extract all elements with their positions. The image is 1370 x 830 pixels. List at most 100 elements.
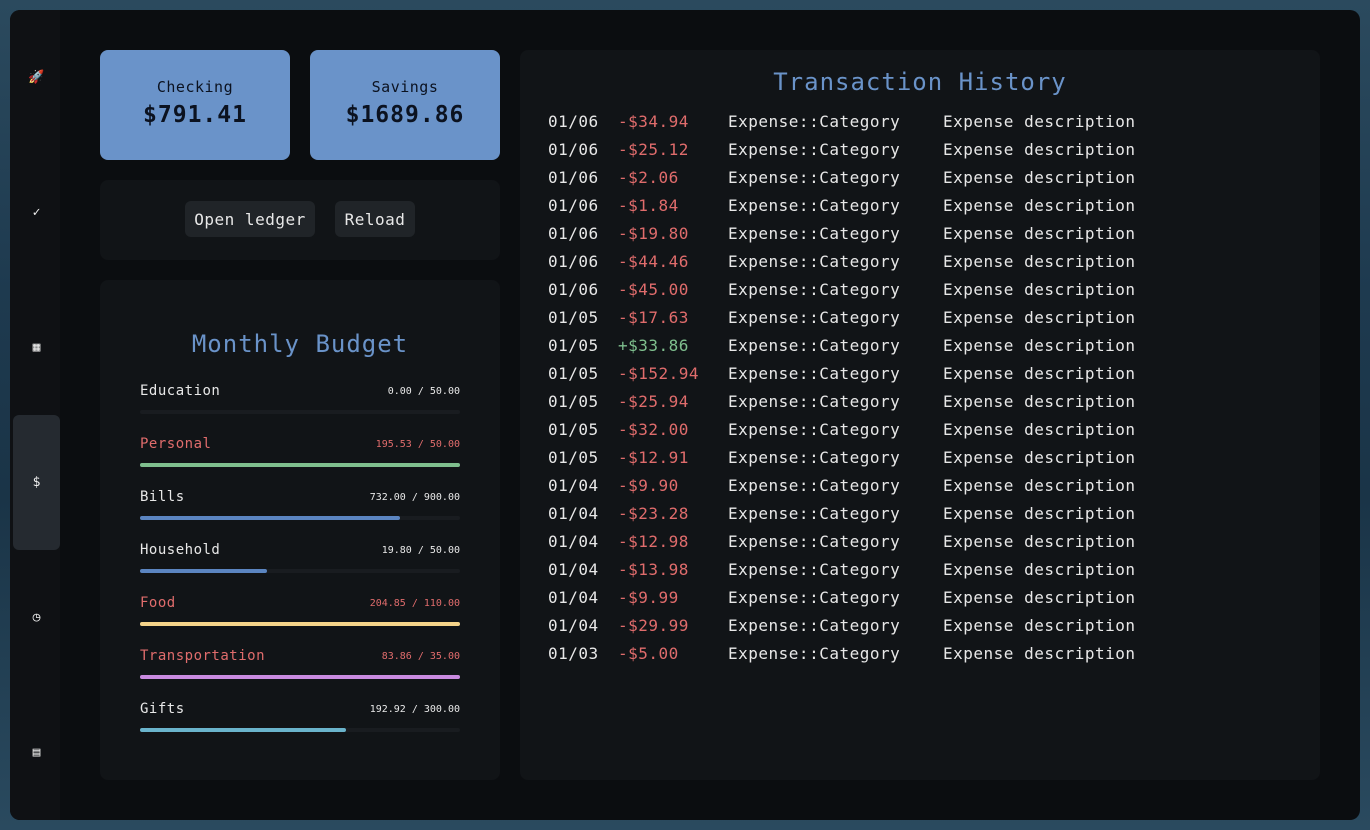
budget-category-amount: 83.86 / 35.00 bbox=[381, 651, 460, 662]
transaction-amount: -$34.94 bbox=[618, 112, 689, 131]
budget-category-amount: 19.80 / 50.00 bbox=[381, 545, 460, 556]
transaction-amount: -$45.00 bbox=[618, 280, 689, 299]
transaction-row[interactable]: 01/06 -$34.94 Expense::Category Expense des… bbox=[548, 112, 1148, 140]
budget-category-amount: 0.00 / 50.00 bbox=[387, 386, 460, 397]
budget-progress-track bbox=[140, 569, 460, 573]
transaction-description: Expense description bbox=[943, 280, 1136, 299]
transaction-description: Expense description bbox=[943, 224, 1136, 243]
budget-row: Gifts 192.92 / 300.00 bbox=[140, 701, 460, 741]
calendar-icon: ▦ bbox=[32, 340, 41, 355]
transaction-row[interactable]: 01/04 -$13.98 Expense::Category Expense des… bbox=[548, 560, 1148, 588]
transaction-category: Expense::Category bbox=[728, 420, 901, 439]
transaction-description: Expense description bbox=[943, 476, 1136, 495]
sidebar-item-calendar[interactable]: ▦ bbox=[13, 280, 60, 415]
transaction-row[interactable]: 01/06 -$25.12 Expense::Category Expense des… bbox=[548, 140, 1148, 168]
budget-category-name: Gifts bbox=[140, 701, 185, 717]
transaction-category: Expense::Category bbox=[728, 252, 901, 271]
transaction-row[interactable]: 01/04 -$9.99 Expense::Category Expense desc… bbox=[548, 588, 1148, 616]
transaction-description: Expense description bbox=[943, 532, 1136, 551]
budget-row: Transportation 83.86 / 35.00 bbox=[140, 648, 460, 688]
transaction-date: 01/06 bbox=[548, 224, 599, 243]
transaction-date: 01/06 bbox=[548, 196, 599, 215]
checking-balance: $791.41 bbox=[143, 102, 247, 128]
budget-progress-track bbox=[140, 410, 460, 414]
transaction-row[interactable]: 01/06 -$2.06 Expense::Category Expense desc… bbox=[548, 168, 1148, 196]
transaction-date: 01/05 bbox=[548, 392, 599, 411]
transaction-row[interactable]: 01/05 +$33.86 Expense::Category Expense des… bbox=[548, 336, 1148, 364]
sidebar-item-clock[interactable]: ◷ bbox=[13, 550, 60, 685]
transaction-description: Expense description bbox=[943, 588, 1136, 607]
transaction-description: Expense description bbox=[943, 140, 1136, 159]
budget-row: Food 204.85 / 110.00 bbox=[140, 595, 460, 635]
sidebar-item-tasks[interactable]: ✓ bbox=[13, 145, 60, 280]
transaction-row[interactable]: 01/05 -$17.63 Expense::Category Expense des… bbox=[548, 308, 1148, 336]
transaction-amount: -$9.99 bbox=[618, 588, 679, 607]
budget-category-name: Transportation bbox=[140, 648, 266, 664]
transaction-description: Expense description bbox=[943, 560, 1136, 579]
transaction-description: Expense description bbox=[943, 644, 1136, 663]
budget-category-name: Bills bbox=[140, 489, 185, 505]
transaction-amount: -$25.12 bbox=[618, 140, 689, 159]
actions-panel: Open ledger Reload bbox=[100, 180, 500, 260]
transaction-date: 01/04 bbox=[548, 588, 599, 607]
transaction-row[interactable]: 01/05 -$12.91 Expense::Category Expense des… bbox=[548, 448, 1148, 476]
transaction-row[interactable]: 01/05 -$32.00 Expense::Category Expense des… bbox=[548, 420, 1148, 448]
savings-label: Savings bbox=[371, 78, 439, 96]
budget-progress-fill bbox=[140, 622, 460, 626]
transaction-row[interactable]: 01/06 -$1.84 Expense::Category Expense desc… bbox=[548, 196, 1148, 224]
transaction-row[interactable]: 01/04 -$12.98 Expense::Category Expense des… bbox=[548, 532, 1148, 560]
transaction-description: Expense description bbox=[943, 448, 1136, 467]
transaction-row[interactable]: 01/06 -$44.46 Expense::Category Expense des… bbox=[548, 252, 1148, 280]
budget-category-amount: 192.92 / 300.00 bbox=[369, 704, 460, 715]
clock-icon: ◷ bbox=[32, 610, 41, 625]
transaction-date: 01/05 bbox=[548, 308, 599, 327]
transaction-description: Expense description bbox=[943, 336, 1136, 355]
transaction-date: 01/06 bbox=[548, 280, 599, 299]
transaction-date: 01/06 bbox=[548, 252, 599, 271]
transaction-date: 01/06 bbox=[548, 140, 599, 159]
budget-progress-fill bbox=[140, 516, 401, 520]
transaction-amount: -$19.80 bbox=[618, 224, 689, 243]
sidebar-item-notes[interactable]: ▤ bbox=[13, 685, 60, 820]
transaction-row[interactable]: 01/03 -$5.00 Expense::Category Expense desc… bbox=[548, 644, 1148, 672]
transaction-amount: -$44.46 bbox=[618, 252, 689, 271]
book-icon: ▤ bbox=[32, 745, 41, 760]
transaction-amount: -$1.84 bbox=[618, 196, 679, 215]
dollar-icon: $ bbox=[32, 475, 41, 490]
history-panel: Transaction History 01/06 -$34.94 Expense:… bbox=[520, 50, 1320, 780]
open-ledger-button[interactable]: Open ledger bbox=[185, 201, 315, 237]
budget-row: Bills 732.00 / 900.00 bbox=[140, 489, 460, 529]
sidebar-item-launch[interactable]: 🚀 bbox=[13, 10, 60, 145]
budget-row: Personal 195.53 / 50.00 bbox=[140, 436, 460, 476]
transaction-category: Expense::Category bbox=[728, 364, 901, 383]
transaction-row[interactable]: 01/04 -$23.28 Expense::Category Expense des… bbox=[548, 504, 1148, 532]
transaction-amount: +$33.86 bbox=[618, 336, 689, 355]
transaction-row[interactable]: 01/06 -$45.00 Expense::Category Expense des… bbox=[548, 280, 1148, 308]
transaction-row[interactable]: 01/05 -$25.94 Expense::Category Expense des… bbox=[548, 392, 1148, 420]
transaction-category: Expense::Category bbox=[728, 112, 901, 131]
budget-category-name: Education bbox=[140, 383, 221, 399]
transaction-description: Expense description bbox=[943, 252, 1136, 271]
transaction-amount: -$23.28 bbox=[618, 504, 689, 523]
transaction-amount: -$13.98 bbox=[618, 560, 689, 579]
transaction-category: Expense::Category bbox=[728, 140, 901, 159]
transaction-row[interactable]: 01/04 -$9.90 Expense::Category Expense desc… bbox=[548, 476, 1148, 504]
budget-category-amount: 732.00 / 900.00 bbox=[369, 492, 460, 503]
transaction-row[interactable]: 01/06 -$19.80 Expense::Category Expense des… bbox=[548, 224, 1148, 252]
budget-progress-track bbox=[140, 516, 460, 520]
transaction-category: Expense::Category bbox=[728, 168, 901, 187]
transaction-date: 01/03 bbox=[548, 644, 599, 663]
transaction-row[interactable]: 01/05 -$152.94 Expense::Category Expense de… bbox=[548, 364, 1148, 392]
transaction-amount: -$9.90 bbox=[618, 476, 679, 495]
transaction-amount: -$12.98 bbox=[618, 532, 689, 551]
transaction-row[interactable]: 01/04 -$29.99 Expense::Category Expense des… bbox=[548, 616, 1148, 644]
budget-category-name: Food bbox=[140, 595, 176, 611]
transaction-date: 01/05 bbox=[548, 364, 599, 383]
transaction-category: Expense::Category bbox=[728, 616, 901, 635]
budget-panel: Monthly Budget Education 0.00 / 50.00 Pers… bbox=[100, 280, 500, 780]
transaction-category: Expense::Category bbox=[728, 532, 901, 551]
sidebar-item-finance[interactable]: $ bbox=[13, 415, 60, 550]
budget-progress-track bbox=[140, 675, 460, 679]
transaction-description: Expense description bbox=[943, 168, 1136, 187]
reload-button[interactable]: Reload bbox=[335, 201, 415, 237]
